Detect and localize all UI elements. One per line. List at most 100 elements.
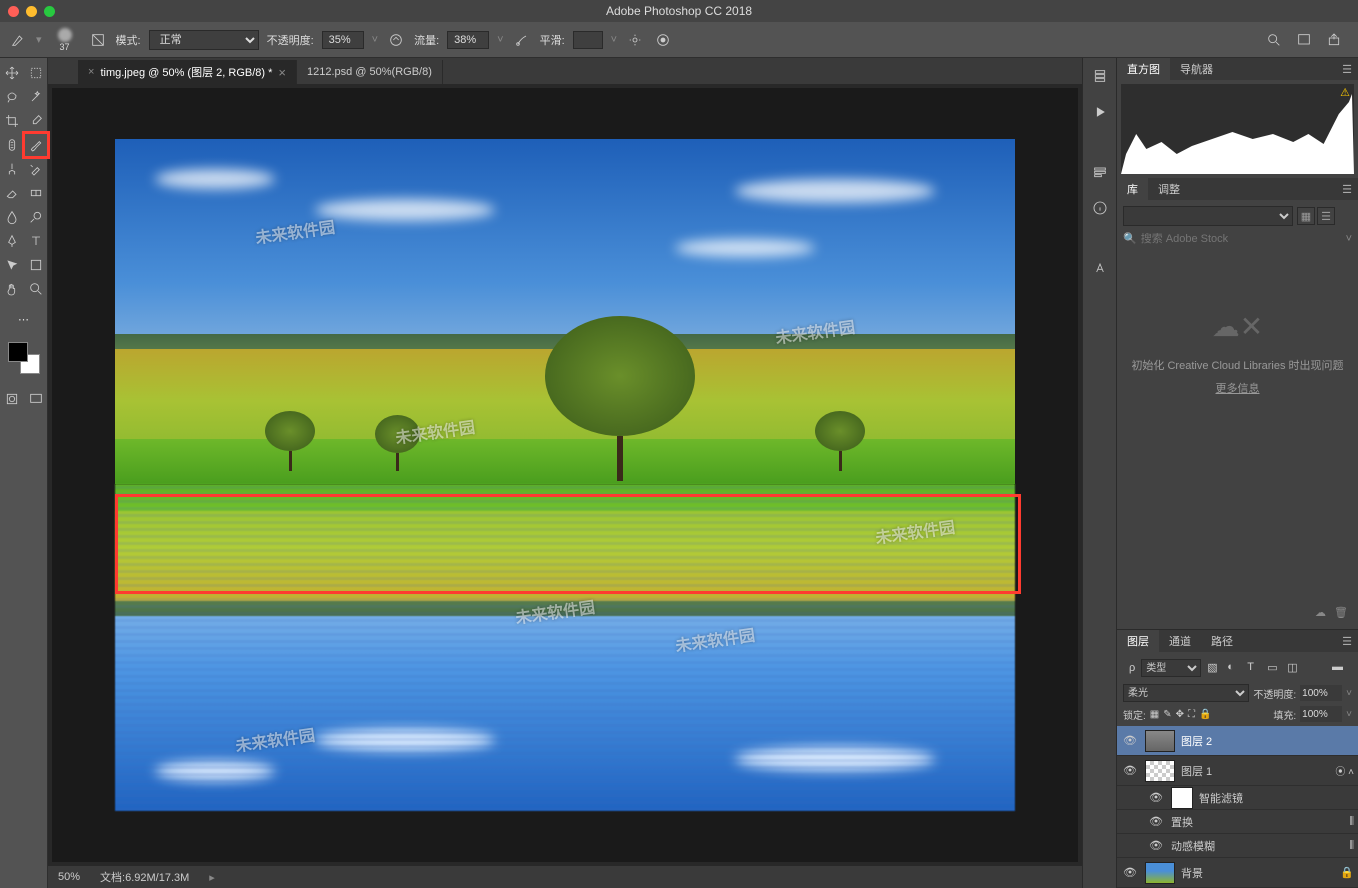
pressure-opacity-icon[interactable] bbox=[386, 30, 406, 50]
close-tab-icon[interactable]: × bbox=[278, 65, 286, 80]
list-view-icon[interactable]: ☰ bbox=[1317, 207, 1335, 225]
visibility-icon[interactable]: 👁 bbox=[1147, 815, 1165, 828]
grid-view-icon[interactable]: ▦ bbox=[1297, 207, 1315, 225]
brush-preview[interactable]: 37 bbox=[50, 26, 80, 54]
airbrush-icon[interactable] bbox=[512, 30, 532, 50]
layer-opacity-input[interactable] bbox=[1300, 685, 1342, 701]
history-brush-tool[interactable] bbox=[25, 158, 47, 180]
workspace-icon[interactable] bbox=[1294, 30, 1314, 50]
filter-type-icon[interactable]: T bbox=[1247, 661, 1261, 675]
maximize-icon[interactable] bbox=[44, 6, 55, 17]
panel-menu-icon[interactable]: ☰ bbox=[1336, 183, 1358, 196]
properties-panel-icon[interactable] bbox=[1088, 160, 1112, 184]
tab-doc-2[interactable]: 1212.psd @ 50%(RGB/8) bbox=[297, 60, 443, 84]
close-icon[interactable] bbox=[8, 6, 19, 17]
tool-preset-icon[interactable] bbox=[8, 30, 28, 50]
lock-all-icon[interactable]: 🔒 bbox=[1199, 709, 1211, 720]
character-panel-icon[interactable] bbox=[1088, 256, 1112, 280]
quickmask-icon[interactable] bbox=[1, 388, 23, 410]
minimize-icon[interactable] bbox=[26, 6, 37, 17]
info-panel-icon[interactable] bbox=[1088, 196, 1112, 220]
hand-tool[interactable] bbox=[1, 278, 23, 300]
panel-menu-icon[interactable]: ☰ bbox=[1336, 635, 1358, 648]
tab-paths[interactable]: 路径 bbox=[1201, 630, 1243, 652]
filter-image-icon[interactable]: ▧ bbox=[1207, 661, 1221, 675]
layer-item-filter[interactable]: 👁 动感模糊 ⫼ bbox=[1117, 834, 1358, 858]
blend-mode-select[interactable]: 正常 bbox=[149, 30, 259, 50]
stock-search-input[interactable] bbox=[1141, 233, 1342, 245]
healing-tool[interactable] bbox=[1, 134, 23, 156]
library-select[interactable] bbox=[1123, 206, 1293, 226]
visibility-icon[interactable]: 👁 bbox=[1121, 734, 1139, 747]
layer-item-smartfilter[interactable]: 👁 智能滤镜 bbox=[1117, 786, 1358, 810]
filter-shape-icon[interactable]: ▭ bbox=[1267, 661, 1281, 675]
crop-tool[interactable] bbox=[1, 110, 23, 132]
zoom-value[interactable]: 50% bbox=[58, 871, 80, 883]
window-controls[interactable] bbox=[8, 6, 55, 17]
filter-options-icon[interactable]: ⫼ bbox=[1349, 816, 1354, 827]
tab-navigator[interactable]: 导航器 bbox=[1170, 58, 1223, 80]
brush-tool[interactable] bbox=[25, 134, 47, 156]
edit-toolbar-icon[interactable]: ⋯ bbox=[13, 308, 35, 330]
tab-channels[interactable]: 通道 bbox=[1159, 630, 1201, 652]
pen-tool[interactable] bbox=[1, 230, 23, 252]
layer-item[interactable]: 👁 图层 2 bbox=[1117, 726, 1358, 756]
more-info-link[interactable]: 更多信息 bbox=[1123, 381, 1352, 399]
screenmode-icon[interactable] bbox=[25, 388, 47, 410]
visibility-icon[interactable]: 👁 bbox=[1121, 764, 1139, 777]
lock-paint-icon[interactable]: ✎ bbox=[1163, 709, 1171, 720]
gradient-tool[interactable] bbox=[25, 182, 47, 204]
cloud-icon[interactable]: ☁ bbox=[1315, 606, 1326, 619]
color-swatch[interactable] bbox=[8, 342, 40, 374]
eyedropper-tool[interactable] bbox=[25, 110, 47, 132]
search-icon[interactable] bbox=[1264, 30, 1284, 50]
pressure-size-icon[interactable] bbox=[653, 30, 673, 50]
filter-toggle[interactable]: ▬ bbox=[1332, 661, 1346, 675]
foreground-color[interactable] bbox=[8, 342, 28, 362]
layer-filter-select[interactable]: 类型 bbox=[1141, 659, 1201, 677]
layer-fill-input[interactable] bbox=[1300, 706, 1342, 722]
layer-item[interactable]: 👁 图层 1 ⦿ ˄ bbox=[1117, 756, 1358, 786]
tab-histogram[interactable]: 直方图 bbox=[1117, 58, 1170, 80]
path-tool[interactable] bbox=[1, 254, 23, 276]
canvas[interactable]: 未来软件园 未来软件园 未来软件园 未来软件园 未来软件园 未来软件园 未来软件… bbox=[115, 139, 1015, 811]
layer-item-filter[interactable]: 👁 置换 ⫼ bbox=[1117, 810, 1358, 834]
panel-menu-icon[interactable]: ☰ bbox=[1336, 63, 1358, 76]
tab-layers[interactable]: 图层 bbox=[1117, 630, 1159, 652]
eraser-tool[interactable] bbox=[1, 182, 23, 204]
tab-adjustments[interactable]: 调整 bbox=[1148, 178, 1190, 200]
smoothing-input[interactable] bbox=[573, 31, 603, 49]
share-icon[interactable] bbox=[1324, 30, 1344, 50]
actions-panel-icon[interactable] bbox=[1088, 100, 1112, 124]
flow-input[interactable] bbox=[447, 31, 489, 49]
lock-artboard-icon[interactable]: ⛶ bbox=[1188, 709, 1195, 720]
history-panel-icon[interactable] bbox=[1088, 64, 1112, 88]
lasso-tool[interactable] bbox=[1, 86, 23, 108]
filter-options-icon[interactable]: ⫼ bbox=[1349, 840, 1354, 851]
tab-libraries[interactable]: 库 bbox=[1117, 178, 1148, 200]
marquee-tool[interactable] bbox=[25, 62, 47, 84]
layer-blend-select[interactable]: 柔光 bbox=[1123, 684, 1249, 702]
tab-doc-1[interactable]: × timg.jpeg @ 50% (图层 2, RGB/8) * × bbox=[78, 60, 297, 84]
dodge-tool[interactable] bbox=[25, 206, 47, 228]
opacity-input[interactable] bbox=[322, 31, 364, 49]
layer-item-background[interactable]: 👁 背景 🔒 bbox=[1117, 858, 1358, 888]
lock-pos-icon[interactable]: ✥ bbox=[1176, 709, 1184, 720]
clone-tool[interactable] bbox=[1, 158, 23, 180]
shape-tool[interactable] bbox=[25, 254, 47, 276]
lock-trans-icon[interactable]: ▦ bbox=[1150, 709, 1159, 720]
visibility-icon[interactable]: 👁 bbox=[1147, 791, 1165, 804]
fx-icon[interactable]: ⦿ ˄ bbox=[1335, 763, 1354, 778]
visibility-icon[interactable]: 👁 bbox=[1121, 866, 1139, 879]
brush-panel-icon[interactable] bbox=[88, 30, 108, 50]
visibility-icon[interactable]: 👁 bbox=[1147, 839, 1165, 852]
magic-wand-tool[interactable] bbox=[25, 86, 47, 108]
move-tool[interactable] bbox=[1, 62, 23, 84]
trash-icon[interactable]: 🗑 bbox=[1334, 606, 1348, 619]
smoothing-options-icon[interactable] bbox=[625, 30, 645, 50]
filter-smart-icon[interactable]: ◫ bbox=[1287, 661, 1301, 675]
blur-tool[interactable] bbox=[1, 206, 23, 228]
zoom-tool[interactable] bbox=[25, 278, 47, 300]
type-tool[interactable] bbox=[25, 230, 47, 252]
filter-adjust-icon[interactable]: ◐ bbox=[1227, 661, 1241, 675]
